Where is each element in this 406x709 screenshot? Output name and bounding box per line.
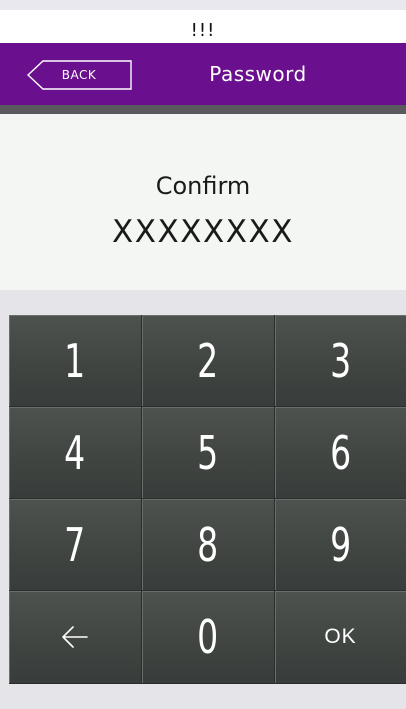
status-strip — [0, 0, 406, 10]
key-9[interactable]: 9 — [275, 499, 406, 591]
key-6-label: 6 — [329, 425, 352, 480]
back-arrow-icon — [62, 626, 88, 648]
key-1[interactable]: 1 — [9, 315, 142, 407]
masked-password: XXXXXXXX — [112, 214, 294, 250]
key-6[interactable]: 6 — [275, 407, 406, 499]
key-2[interactable]: 2 — [142, 315, 275, 407]
header-bar: BACK Password — [0, 43, 406, 105]
key-3[interactable]: 3 — [275, 315, 406, 407]
backspace-key[interactable] — [9, 591, 142, 684]
ok-key-label: OK — [324, 625, 357, 648]
key-9-label: 9 — [329, 517, 352, 572]
key-5-label: 5 — [197, 425, 219, 480]
page-title: Password — [209, 62, 307, 86]
key-7[interactable]: 7 — [9, 499, 142, 591]
key-5[interactable]: 5 — [142, 407, 275, 499]
back-button-label: BACK — [61, 68, 97, 82]
key-4-label: 4 — [64, 425, 86, 480]
key-1-label: 1 — [64, 333, 86, 388]
confirm-panel: Confirm XXXXXXXX — [0, 114, 406, 290]
key-8-label: 8 — [197, 517, 219, 572]
numeric-keypad: 1 2 3 4 5 6 7 8 9 0 OK — [9, 315, 406, 684]
notice-text: !!! — [0, 10, 406, 43]
key-4[interactable]: 4 — [9, 407, 142, 499]
ok-key[interactable]: OK — [275, 591, 406, 684]
header-divider — [0, 105, 406, 114]
key-7-label: 7 — [64, 517, 86, 572]
confirm-label: Confirm — [155, 172, 251, 200]
back-button[interactable]: BACK — [27, 60, 133, 90]
key-0-label: 0 — [197, 610, 219, 664]
key-8[interactable]: 8 — [142, 499, 275, 591]
key-0[interactable]: 0 — [142, 591, 275, 684]
key-2-label: 2 — [197, 333, 219, 388]
key-3-label: 3 — [329, 333, 352, 388]
